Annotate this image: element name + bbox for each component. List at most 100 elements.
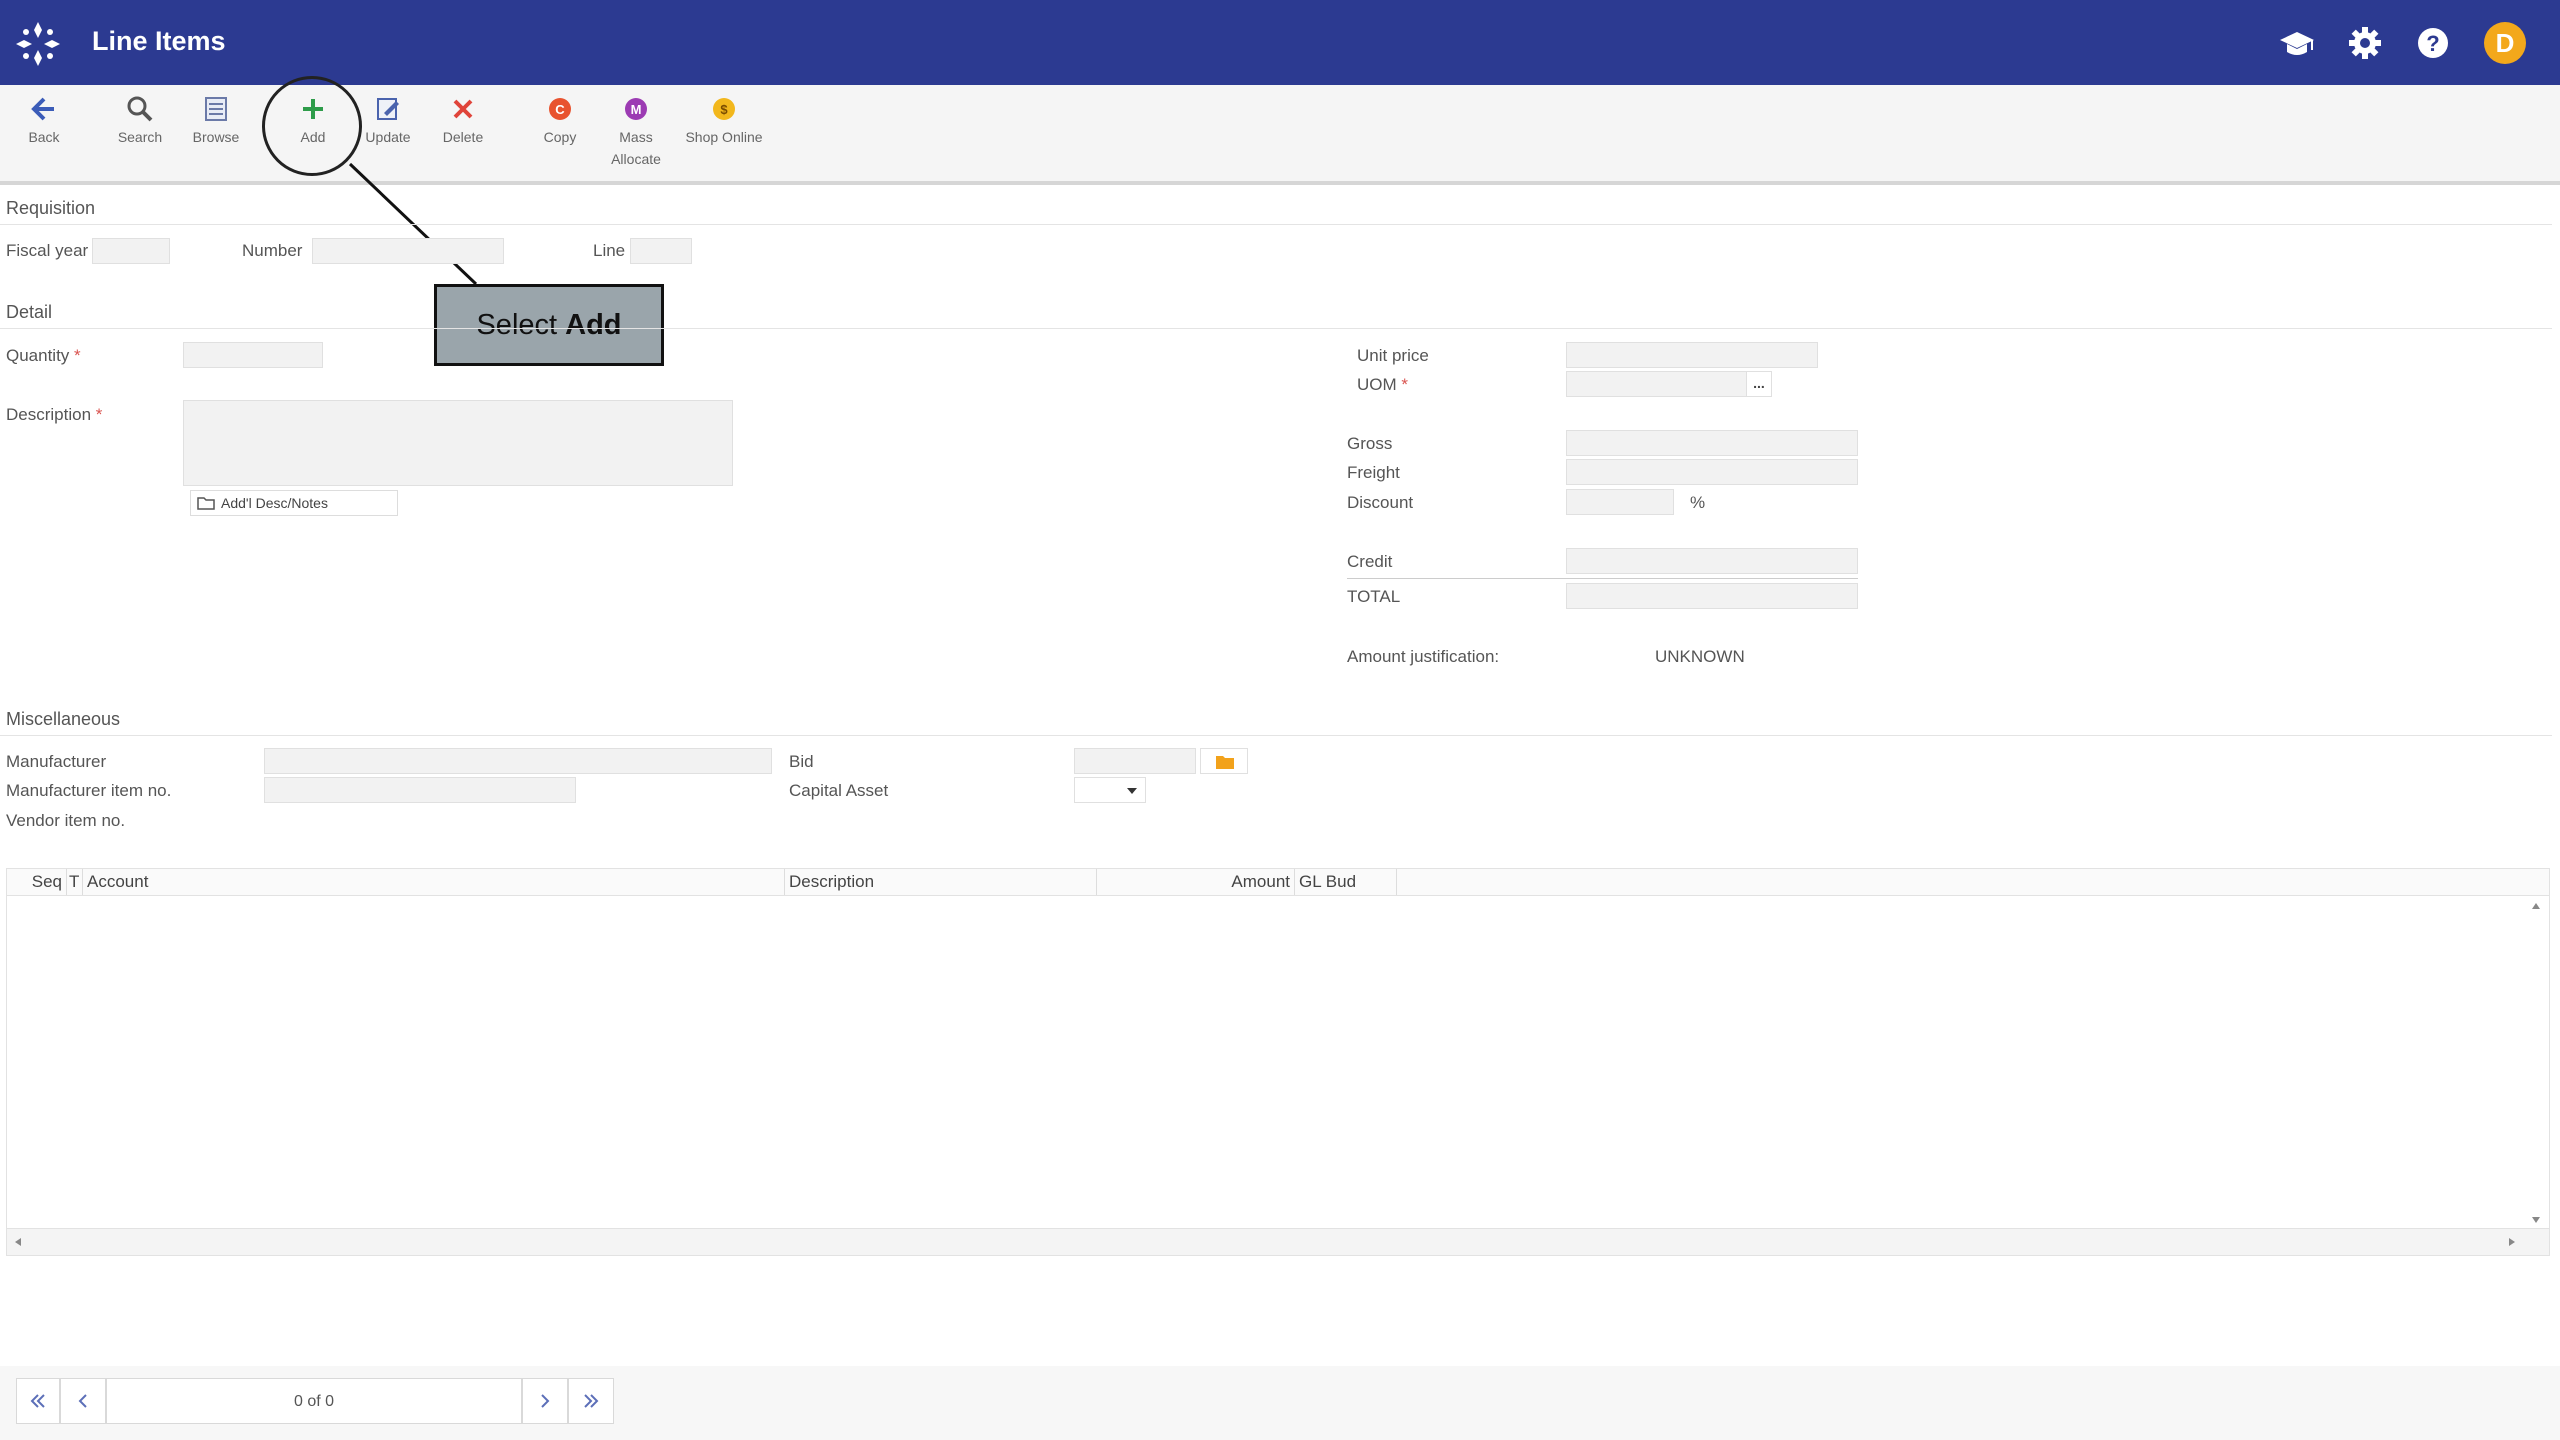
capital-asset-label: Capital Asset [789, 781, 889, 800]
account-grid: Seq T Account Description Amount GL Bud [6, 868, 2550, 1256]
folder-icon [1216, 756, 1234, 769]
search-icon [127, 96, 153, 122]
vendor-item-no-label: Vendor item no. [6, 811, 126, 830]
chevron-left-icon[interactable] [15, 1238, 21, 1246]
column-header-amount[interactable]: Amount [1097, 869, 1295, 895]
svg-text:$: $ [720, 102, 728, 117]
double-chevron-left-icon [30, 1394, 45, 1408]
arrow-left-icon [31, 97, 54, 121]
section-divider [0, 224, 2552, 225]
grid-horizontal-scrollbar[interactable] [7, 1228, 2549, 1255]
manufacturer-item-no-field[interactable] [264, 777, 576, 803]
grid-header: Seq T Account Description Amount GL Bud [7, 869, 2549, 896]
percent-label: % [1690, 493, 1706, 512]
total-label: TOTAL [1347, 587, 1401, 606]
total-divider [1347, 578, 1858, 579]
browse-button[interactable]: Browse [178, 95, 254, 146]
addl-desc-notes-button[interactable]: Add'l Desc/Notes [190, 490, 398, 516]
copy-button[interactable]: C Copy [522, 95, 598, 146]
detail-section-title: Detail [6, 302, 53, 322]
svg-text:?: ? [2426, 31, 2439, 56]
grid-vertical-scrollbar[interactable] [2523, 895, 2549, 1231]
quantity-field[interactable] [183, 342, 323, 368]
back-button[interactable]: Back [6, 95, 82, 146]
dollar-icon: $ [713, 98, 735, 120]
svg-text:M: M [631, 102, 642, 117]
quantity-label: Quantity * [6, 346, 81, 365]
search-button[interactable]: Search [102, 95, 178, 146]
chevron-right-icon [541, 1394, 550, 1408]
mass-allocate-button[interactable]: M Mass Allocate [598, 95, 674, 168]
amount-justification-label: Amount justification: [1347, 647, 1500, 666]
gear-icon[interactable] [2344, 22, 2386, 64]
uom-field[interactable] [1566, 371, 1772, 397]
double-chevron-right-icon [584, 1394, 599, 1408]
bid-field[interactable] [1074, 748, 1196, 774]
edit-icon [377, 98, 399, 120]
gross-label: Gross [1347, 434, 1393, 453]
description-textarea[interactable] [183, 400, 733, 486]
app-logo-icon[interactable] [14, 20, 62, 68]
chevron-down-icon[interactable] [2532, 1217, 2540, 1223]
close-icon [453, 99, 473, 119]
uom-label: UOM * [1357, 375, 1409, 394]
copy-icon: C [549, 98, 571, 120]
last-page-button[interactable] [568, 1378, 614, 1424]
previous-page-button[interactable] [60, 1378, 106, 1424]
freight-label: Freight [1347, 463, 1400, 482]
toolbar: Back Search Browse Add Update Delete C C… [0, 85, 2560, 185]
description-label: Description * [6, 405, 103, 424]
help-icon[interactable]: ? [2412, 22, 2454, 64]
column-header-description[interactable]: Description [785, 869, 1097, 895]
capital-asset-select[interactable] [1074, 777, 1146, 803]
miscellaneous-section-title: Miscellaneous [6, 709, 121, 729]
page-title: Line Items [92, 26, 226, 56]
credit-label: Credit [1347, 552, 1393, 571]
chevron-right-icon[interactable] [2509, 1238, 2515, 1246]
app-header: Line Items ? D [0, 0, 2560, 85]
column-header-gl-bud[interactable]: GL Bud [1295, 869, 1397, 895]
graduation-cap-icon[interactable] [2276, 22, 2318, 64]
number-field[interactable] [312, 238, 504, 264]
delete-button[interactable]: Delete [425, 95, 501, 146]
column-header-t[interactable]: T [67, 869, 83, 895]
freight-field[interactable] [1566, 459, 1858, 485]
column-header-account[interactable]: Account [83, 869, 785, 895]
user-avatar[interactable]: D [2484, 22, 2526, 64]
amount-justification-value: UNKNOWN [1655, 647, 1745, 666]
fiscal-year-field[interactable] [92, 238, 170, 264]
mass-allocate-icon: M [625, 98, 647, 120]
discount-label: Discount [1347, 493, 1414, 512]
shop-online-button[interactable]: $ Shop Online [680, 95, 768, 146]
section-divider [0, 328, 2552, 329]
line-label: Line [593, 241, 626, 260]
manufacturer-field[interactable] [264, 748, 772, 774]
section-divider [0, 735, 2552, 736]
bid-lookup-button[interactable] [1200, 748, 1248, 774]
fiscal-year-label: Fiscal year [6, 241, 89, 260]
select-add-callout: Select Add [434, 284, 664, 366]
uom-lookup-button[interactable]: ... [1746, 371, 1772, 397]
svg-text:C: C [555, 102, 565, 117]
manufacturer-label: Manufacturer [6, 752, 107, 771]
credit-field [1566, 548, 1858, 574]
page-count: 0 of 0 [106, 1378, 522, 1424]
browse-icon [205, 97, 227, 121]
highlight-circle [262, 76, 362, 176]
total-field [1566, 583, 1858, 609]
number-label: Number [242, 241, 303, 260]
discount-field[interactable] [1566, 489, 1674, 515]
column-header-seq[interactable]: Seq [7, 869, 67, 895]
unit-price-label: Unit price [1357, 346, 1429, 365]
first-page-button[interactable] [16, 1378, 60, 1424]
next-page-button[interactable] [522, 1378, 568, 1424]
chevron-down-icon [1127, 788, 1137, 794]
chevron-up-icon[interactable] [2532, 903, 2540, 909]
bid-label: Bid [789, 752, 814, 771]
line-field[interactable] [630, 238, 692, 264]
folder-icon [197, 497, 215, 510]
gross-field [1566, 430, 1858, 456]
manufacturer-item-no-label: Manufacturer item no. [6, 781, 172, 800]
chevron-left-icon [78, 1394, 87, 1408]
unit-price-field[interactable] [1566, 342, 1818, 368]
